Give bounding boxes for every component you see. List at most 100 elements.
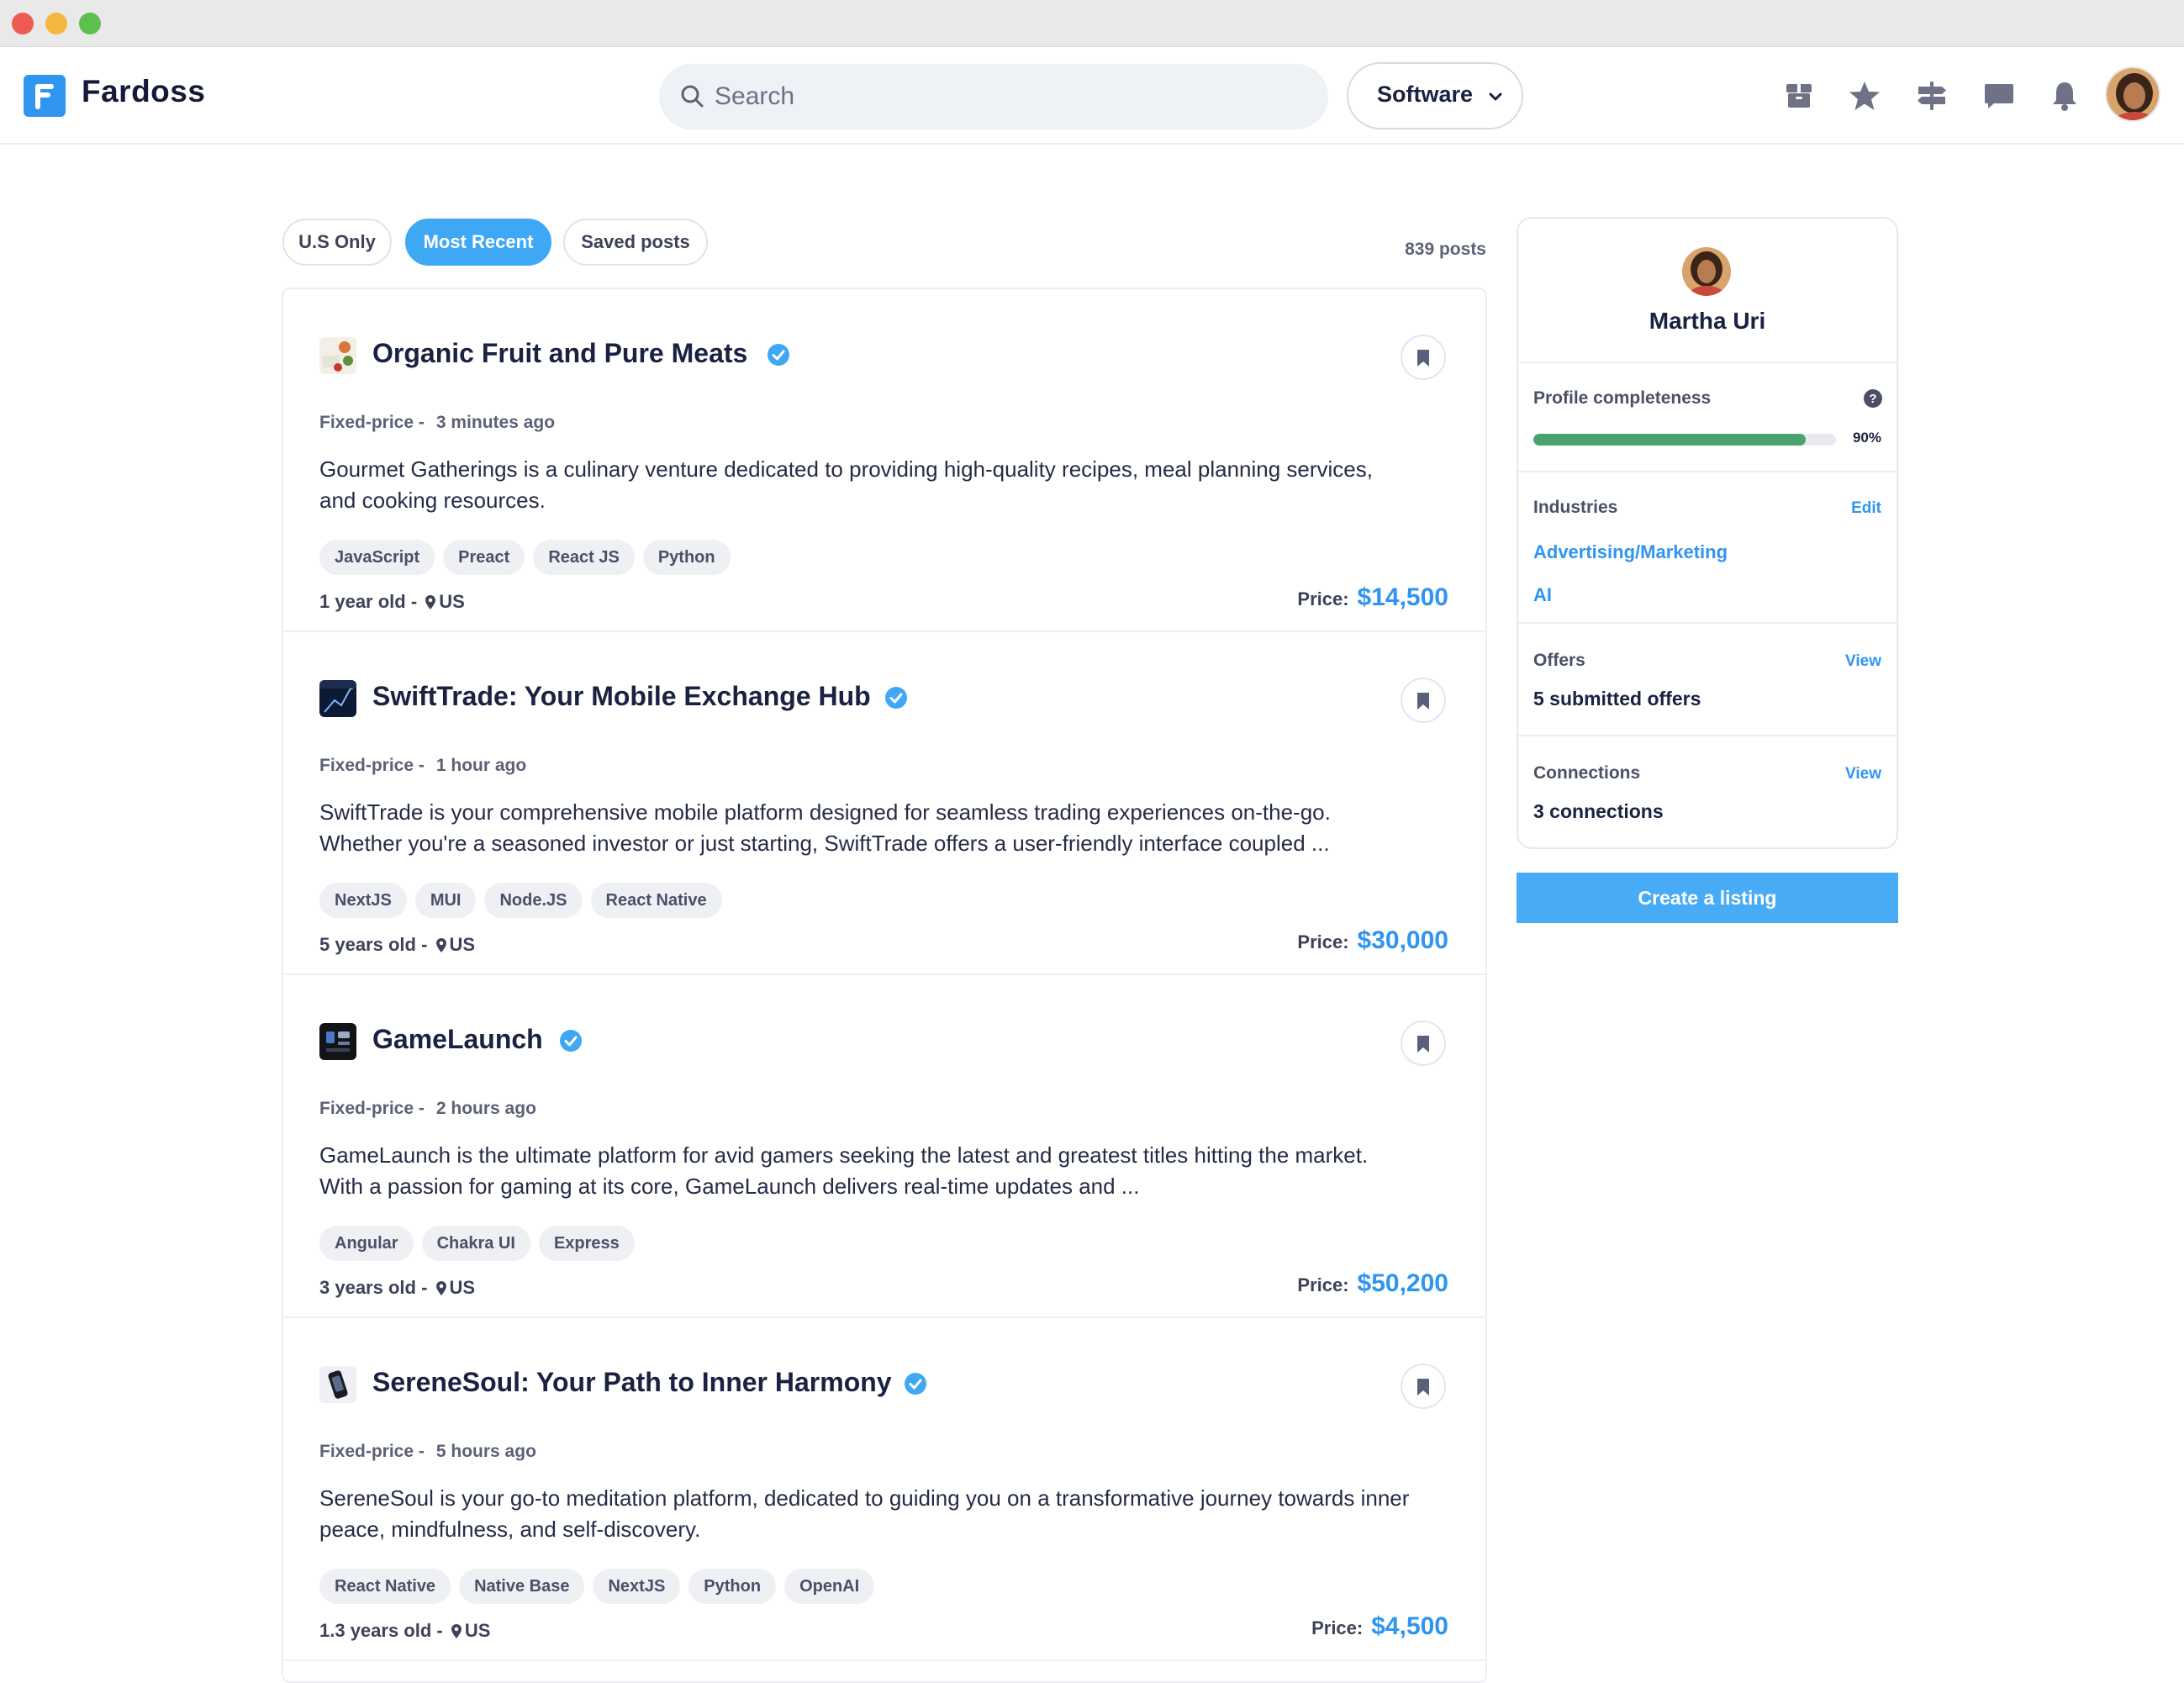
post-age-location: 5 years old - US: [319, 934, 475, 956]
close-window-button[interactable]: [12, 13, 34, 34]
tag[interactable]: Native Base: [459, 1569, 585, 1604]
post-tags: JavaScript Preact React JS Python: [319, 540, 731, 575]
connections-label: Connections: [1533, 763, 1641, 783]
bookmark-icon: [1417, 1379, 1429, 1395]
tag[interactable]: React Native: [319, 1569, 451, 1604]
maximize-window-button[interactable]: [79, 13, 101, 34]
fardoss-logo-icon[interactable]: [24, 75, 66, 117]
post-title[interactable]: SwiftTrade: Your Mobile Exchange Hub: [372, 681, 871, 712]
post-meta: Fixed-price - 2 hours ago: [319, 1099, 536, 1119]
price-value: $30,000: [1357, 926, 1448, 954]
post-title[interactable]: Organic Fruit and Pure Meats: [372, 338, 747, 369]
window-titlebar: [0, 0, 2184, 47]
post-card[interactable]: SereneSoul: Your Path to Inner Harmony F…: [283, 1318, 1485, 1661]
create-listing-button[interactable]: Create a listing: [1517, 873, 1898, 923]
post-tags: NextJS MUI Node.JS React Native: [319, 883, 722, 918]
filter-saved-posts[interactable]: Saved posts: [563, 219, 708, 266]
completeness-label: Profile completeness: [1533, 388, 1712, 408]
completeness-progress-bar: [1533, 434, 1836, 446]
bell-icon[interactable]: [2048, 79, 2081, 113]
tag[interactable]: Angular: [319, 1226, 414, 1261]
post-price: Price: $50,200: [1297, 1269, 1448, 1298]
connections-view-link[interactable]: View: [1845, 765, 1881, 783]
offers-section: Offers View 5 submitted offers: [1518, 624, 1896, 736]
post-title[interactable]: GameLaunch: [372, 1024, 543, 1055]
tag[interactable]: NextJS: [593, 1569, 681, 1604]
tag[interactable]: OpenAI: [784, 1569, 875, 1604]
post-thumbnail: [319, 337, 356, 374]
minimize-window-button[interactable]: [45, 13, 67, 34]
post-age: 5 years old -: [319, 934, 428, 955]
post-type: Fixed-price -: [319, 1442, 425, 1461]
connections-section: Connections View 3 connections: [1518, 736, 1896, 847]
industry-ai[interactable]: AI: [1533, 584, 1552, 606]
post-location: US: [449, 1277, 476, 1298]
offers-value: 5 submitted offers: [1533, 688, 1701, 710]
chevron-down-icon: [1489, 92, 1502, 101]
tag[interactable]: JavaScript: [319, 540, 435, 575]
post-time: 5 hours ago: [435, 1442, 536, 1461]
post-title[interactable]: SereneSoul: Your Path to Inner Harmony: [372, 1367, 892, 1398]
tag[interactable]: React JS: [533, 540, 635, 575]
help-icon[interactable]: ?: [1863, 388, 1883, 409]
post-price: Price: $14,500: [1297, 583, 1448, 612]
post-description: SwiftTrade is your comprehensive mobile …: [319, 799, 1331, 856]
post-thumbnail: [319, 1023, 356, 1060]
tag[interactable]: Node.JS: [484, 883, 583, 918]
post-thumbnail: [319, 1366, 356, 1403]
tag[interactable]: Express: [538, 1226, 635, 1261]
industries-edit-link[interactable]: Edit: [1851, 499, 1881, 518]
post-type: Fixed-price -: [319, 1099, 425, 1118]
post-age-location: 1.3 years old - US: [319, 1620, 490, 1642]
search-icon: [681, 85, 704, 108]
brand-name[interactable]: Fardoss: [82, 74, 205, 109]
verified-badge-icon: [905, 1373, 926, 1395]
signpost-icon[interactable]: [1915, 79, 1949, 113]
search-input[interactable]: [715, 76, 1303, 118]
post-type: Fixed-price -: [319, 756, 425, 775]
bookmark-icon: [1417, 1036, 1429, 1053]
price-value: $14,500: [1357, 583, 1448, 611]
filter-us-only[interactable]: U.S Only: [282, 219, 392, 266]
bookmark-button[interactable]: [1401, 1364, 1446, 1409]
industry-advertising-marketing[interactable]: Advertising/Marketing: [1533, 541, 1728, 563]
profile-avatar[interactable]: [1682, 247, 1731, 296]
post-card[interactable]: Organic Fruit and Pure Meats Fixed-price…: [283, 289, 1485, 632]
tag[interactable]: Python: [642, 540, 731, 575]
tag[interactable]: Chakra UI: [421, 1226, 530, 1261]
offers-label: Offers: [1533, 651, 1585, 670]
post-age-location: 3 years old - US: [319, 1277, 475, 1299]
star-icon[interactable]: [1848, 79, 1881, 113]
completeness-progress-fill: [1533, 434, 1806, 446]
location-pin-icon: [435, 938, 446, 952]
bookmark-button[interactable]: [1401, 335, 1446, 380]
tag[interactable]: MUI: [414, 883, 477, 918]
post-meta: Fixed-price - 3 minutes ago: [319, 413, 555, 433]
post-time: 3 minutes ago: [435, 413, 556, 432]
bookmark-button[interactable]: [1401, 678, 1446, 723]
user-avatar[interactable]: [2105, 66, 2160, 122]
post-type: Fixed-price -: [319, 413, 425, 432]
post-age: 3 years old -: [319, 1277, 428, 1298]
tag[interactable]: Python: [688, 1569, 777, 1604]
filter-most-recent[interactable]: Most Recent: [405, 219, 551, 266]
top-header: Fardoss Software: [0, 47, 2184, 145]
verified-badge-icon: [885, 687, 907, 709]
post-time: 2 hours ago: [435, 1099, 536, 1118]
bookmark-icon: [1417, 350, 1429, 367]
price-label: Price:: [1297, 931, 1349, 952]
category-dropdown[interactable]: Software: [1347, 62, 1523, 129]
chat-icon[interactable]: [1982, 79, 2016, 113]
tag[interactable]: NextJS: [319, 883, 407, 918]
verified-badge-icon: [768, 344, 789, 366]
bookmark-button[interactable]: [1401, 1021, 1446, 1066]
box-icon[interactable]: [1782, 79, 1816, 113]
post-location: US: [439, 591, 465, 612]
tag[interactable]: React Native: [590, 883, 722, 918]
post-card[interactable]: SwiftTrade: Your Mobile Exchange Hub Fix…: [283, 632, 1485, 975]
tag[interactable]: Preact: [443, 540, 525, 575]
post-card[interactable]: GameLaunch Fixed-price - 2 hours ago Game…: [283, 975, 1485, 1318]
verified-badge-icon: [560, 1030, 582, 1052]
search-bar[interactable]: [659, 64, 1328, 129]
offers-view-link[interactable]: View: [1845, 652, 1881, 671]
